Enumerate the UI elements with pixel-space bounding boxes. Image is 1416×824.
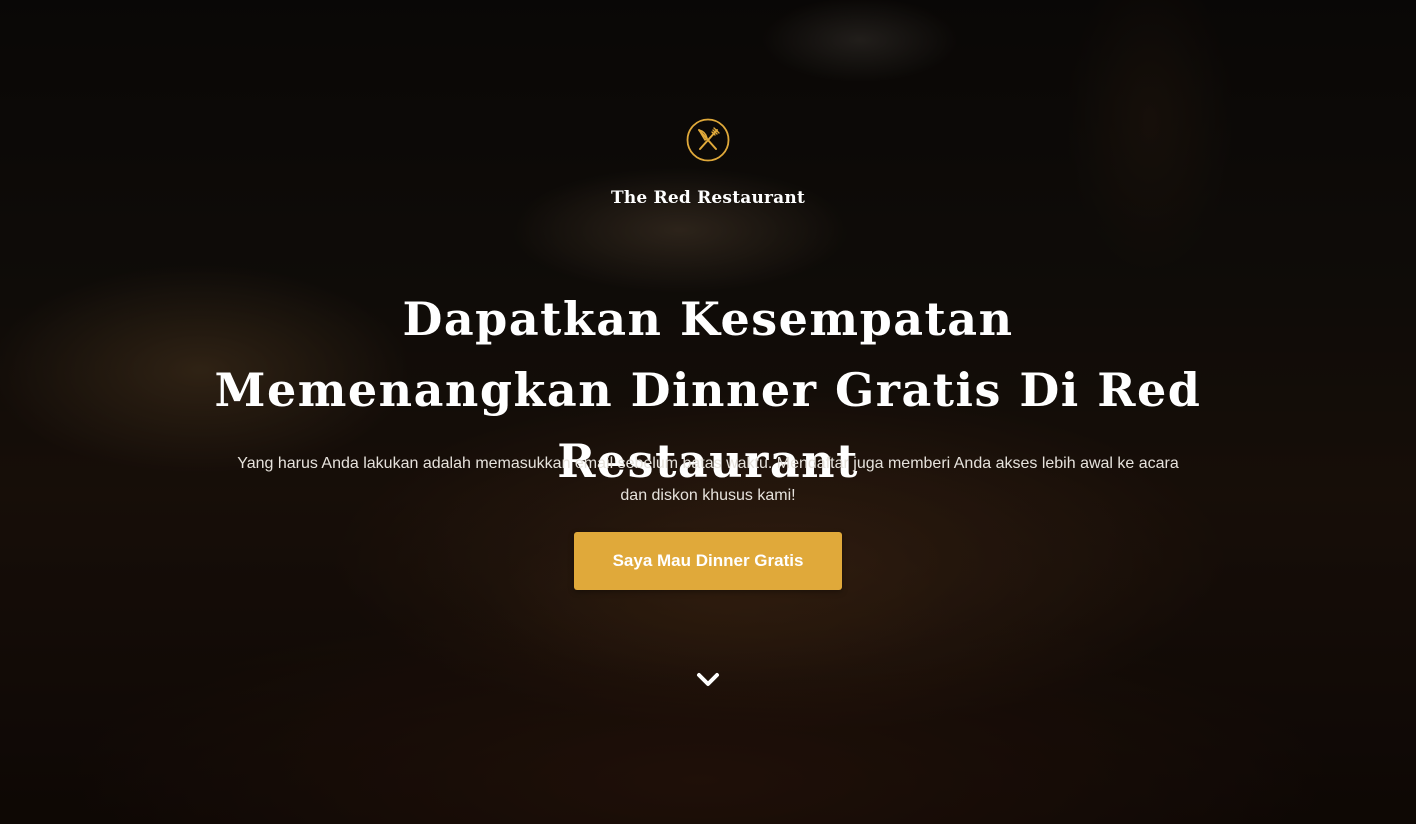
hero-section: The Red Restaurant Dapatkan Kesempatan M… bbox=[0, 0, 1416, 824]
free-dinner-button[interactable]: Saya Mau Dinner Gratis bbox=[574, 532, 842, 590]
brand-name: The Red Restaurant bbox=[610, 188, 806, 208]
chevron-down-icon[interactable] bbox=[694, 668, 722, 692]
fork-knife-icon bbox=[686, 118, 730, 162]
hero-subtext: Yang harus Anda lakukan adalah memasukka… bbox=[237, 455, 1179, 504]
hero-content: The Red Restaurant Dapatkan Kesempatan M… bbox=[0, 0, 1416, 824]
